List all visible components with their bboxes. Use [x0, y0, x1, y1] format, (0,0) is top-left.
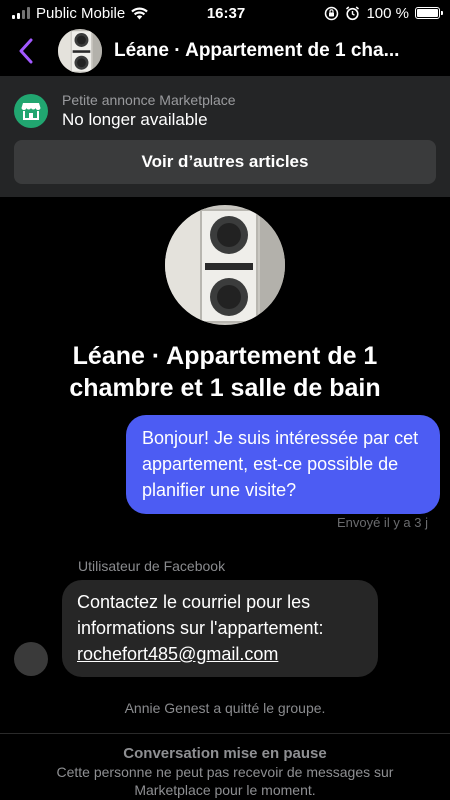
battery-percent: 100 %	[366, 4, 409, 22]
signal-icon	[12, 7, 30, 19]
orientation-lock-icon	[325, 6, 339, 20]
chevron-left-icon	[19, 38, 33, 64]
header-avatar[interactable]	[58, 29, 102, 73]
battery-icon	[415, 7, 443, 19]
marketplace-banner-text: Petite annonce Marketplace No longer ava…	[62, 91, 236, 131]
status-bar: Public Mobile 16:37 100 %	[0, 0, 450, 26]
outgoing-message[interactable]: Bonjour! Je suis intéressée par cet appa…	[126, 415, 440, 514]
listing-status: No longer available	[62, 110, 208, 129]
status-bar-left: Public Mobile	[12, 5, 182, 22]
paused-text: Cette personne ne peut pas recevoir de m…	[56, 764, 394, 798]
incoming-message-text: Contactez le courriel pour les informati…	[77, 592, 324, 638]
status-time: 16:37	[206, 4, 246, 22]
sent-status: Envoyé il y a 3 j	[336, 515, 428, 530]
back-button[interactable]	[18, 31, 44, 71]
conversation-title: Léane · Appartement de 1 chambre et 1 sa…	[69, 342, 381, 402]
status-bar-right: 100 %	[270, 4, 443, 22]
header-title[interactable]: Léane · Appartement de 1 cha...	[114, 40, 434, 62]
marketplace-banner: Petite annonce Marketplace No longer ava…	[0, 76, 450, 197]
listing-photo-icon	[165, 205, 285, 325]
system-message: Annie Genest a quitté le groupe.	[124, 700, 326, 716]
sender-avatar[interactable]	[14, 642, 48, 676]
wifi-icon	[131, 6, 149, 19]
email-link[interactable]: rochefort485@gmail.com	[77, 644, 278, 664]
paused-conversation-footer: Conversation mise en pause Cette personn…	[0, 733, 450, 800]
listing-photo-icon	[58, 29, 102, 73]
marketplace-store-icon	[14, 94, 48, 128]
paused-title: Conversation mise en pause	[123, 745, 327, 762]
see-other-items-button[interactable]: Voir d’autres articles	[14, 140, 436, 184]
marketplace-listing-row[interactable]: Petite annonce Marketplace No longer ava…	[0, 76, 450, 136]
carrier-name: Public Mobile	[36, 4, 126, 22]
conversation-avatar[interactable]	[165, 205, 285, 325]
conversation-header: Léane · Appartement de 1 cha...	[0, 26, 450, 76]
sender-name: Utilisateur de Facebook	[78, 558, 226, 574]
battery-fill	[417, 9, 438, 17]
marketplace-label: Petite annonce Marketplace	[62, 92, 236, 108]
alarm-icon	[346, 5, 360, 20]
incoming-message[interactable]: Contactez le courriel pour les informati…	[62, 580, 378, 677]
